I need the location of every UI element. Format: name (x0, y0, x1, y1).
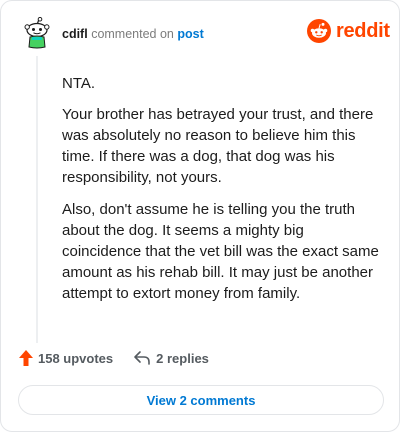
comment-body: NTA. Your brother has betrayed your trus… (62, 73, 380, 315)
comment-actions: 158 upvotes 2 replies (18, 349, 209, 367)
avatar[interactable] (23, 17, 51, 49)
comment-header: cdifl commented on post (62, 27, 204, 41)
reddit-logo-icon (307, 19, 331, 43)
comment-card: cdifl commented on post reddit NTA. Your… (0, 0, 400, 432)
action-text: commented on (91, 27, 174, 41)
comment-paragraph: Your brother has betrayed your trust, an… (62, 106, 374, 186)
thread-line (36, 56, 38, 343)
post-link[interactable]: post (177, 27, 203, 41)
view-comments-button[interactable]: View 2 comments (18, 385, 384, 415)
upvote-arrow-icon[interactable] (18, 349, 34, 367)
reddit-brand[interactable]: reddit (307, 19, 390, 43)
reply-arrow-icon[interactable] (133, 350, 151, 366)
brand-name: reddit (336, 20, 390, 42)
username[interactable]: cdifl (62, 27, 88, 41)
comment-paragraph: NTA. (62, 75, 96, 92)
upvote-count: 158 upvotes (38, 350, 114, 366)
reply-count[interactable]: 2 replies (156, 351, 209, 366)
comment-paragraph: Also, don't assume he is telling you the… (62, 201, 379, 302)
